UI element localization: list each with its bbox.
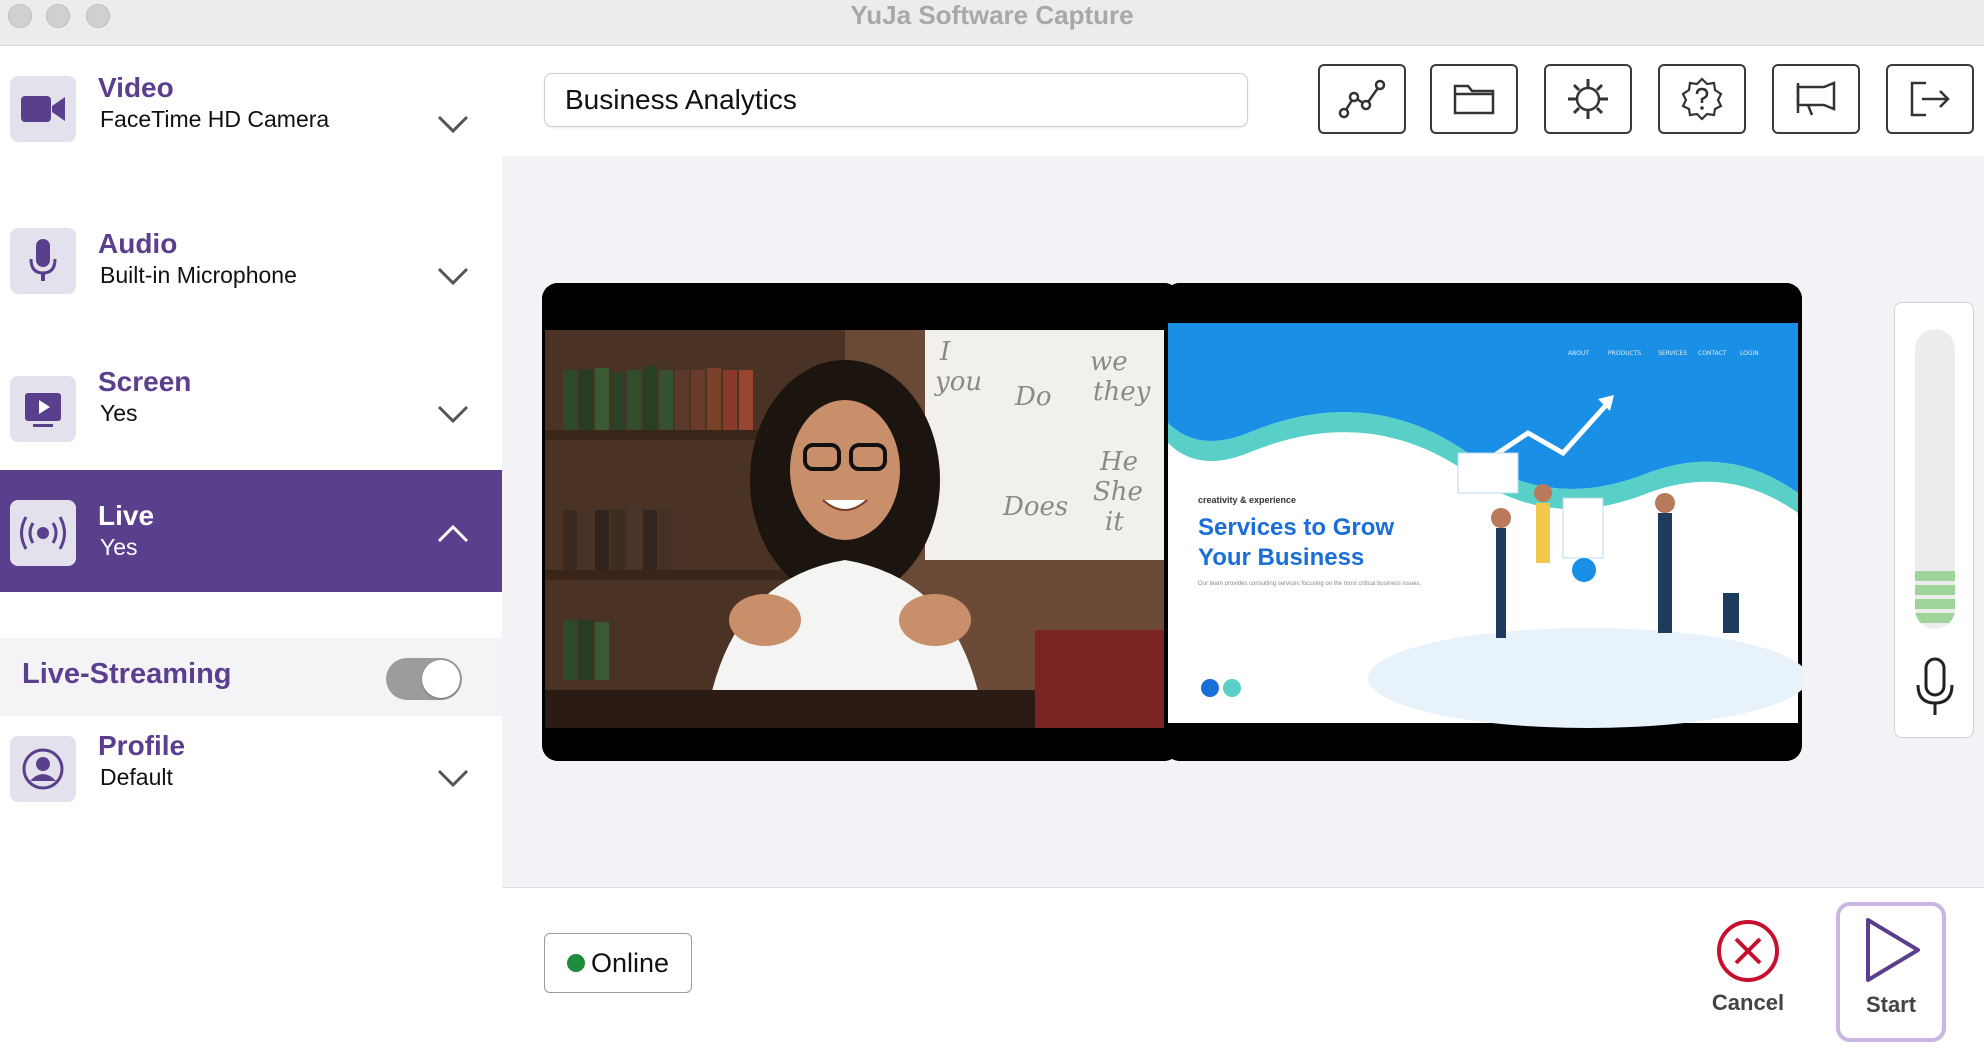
microphone-icon <box>10 228 76 294</box>
svg-text:Does: Does <box>1002 492 1068 522</box>
online-indicator-icon <box>566 954 585 972</box>
svg-text:CONTACT: CONTACT <box>1698 350 1727 357</box>
svg-text:creativity & experience: creativity & experience <box>1198 495 1296 505</box>
chevron-up-icon[interactable] <box>436 524 470 544</box>
sidebar-item-subtitle: FaceTime HD Camera <box>100 106 330 132</box>
settings-button[interactable] <box>1544 64 1632 134</box>
svg-text:She: She <box>1093 477 1143 507</box>
sidebar-item-video[interactable]: Video FaceTime HD Camera <box>0 46 502 166</box>
line-graph-icon <box>1338 79 1386 119</box>
start-button-content[interactable]: Start <box>1842 914 1940 1018</box>
chevron-down-icon[interactable] <box>436 266 470 286</box>
announcement-button[interactable] <box>1772 64 1860 134</box>
sidebar-item-subtitle: Yes <box>100 400 138 426</box>
camera-feed-image: I you we they Do Does He She it <box>542 283 1180 761</box>
sign-out-button[interactable] <box>1886 64 1974 134</box>
sidebar: Video FaceTime HD Camera Audio Built-in … <box>0 46 502 1048</box>
sign-out-icon <box>1910 81 1950 117</box>
connection-status-text: Online <box>590 947 670 978</box>
cancel-button[interactable]: Cancel <box>1698 918 1798 1016</box>
start-label: Start <box>1865 992 1917 1017</box>
window-title-bar: YuJa Software Capture <box>0 0 1984 46</box>
user-circle-icon <box>10 736 76 802</box>
folder-icon <box>1453 84 1495 115</box>
bottom-bar: Online Cancel Start <box>502 888 1984 1048</box>
svg-text:ABOUT: ABOUT <box>1568 350 1589 357</box>
live-streaming-toggle[interactable] <box>386 658 462 700</box>
sidebar-item-title: Live <box>98 500 155 531</box>
sidebar-item-audio[interactable]: Audio Built-in Microphone <box>0 196 502 316</box>
cancel-x-icon <box>1717 920 1779 982</box>
screen-play-icon <box>10 376 76 442</box>
camera-preview[interactable]: I you we they Do Does He She it <box>542 283 1180 761</box>
audio-level-bar <box>1915 571 1955 581</box>
svg-text:they: they <box>1093 377 1151 407</box>
screen-share-image: ABOUT PRODUCTS SERVICES CONTACT LOGIN cr… <box>1164 283 1802 761</box>
audio-level-bar <box>1915 599 1955 609</box>
chevron-down-icon[interactable] <box>436 404 470 424</box>
svg-text:Our team provides consulting s: Our team provides consulting services fo… <box>1198 581 1421 587</box>
svg-text:I: I <box>939 337 951 367</box>
audio-level-bar <box>1915 585 1955 595</box>
toggle-knob <box>422 660 460 698</box>
live-streaming-row: Live-Streaming <box>0 638 502 716</box>
video-camera-icon <box>10 76 76 142</box>
chevron-down-icon[interactable] <box>436 114 470 134</box>
connection-status-badge: Online <box>544 933 692 993</box>
sidebar-item-subtitle: Built-in Microphone <box>100 262 297 288</box>
folder-button[interactable] <box>1430 64 1518 134</box>
svg-text:PRODUCTS: PRODUCTS <box>1608 350 1641 357</box>
broadcast-icon <box>10 500 76 566</box>
svg-text:LOGIN: LOGIN <box>1740 350 1759 357</box>
sidebar-item-live[interactable]: Live Yes <box>0 470 502 592</box>
preview-area: I you we they Do Does He She it ABOUT PR… <box>502 156 1984 888</box>
top-toolbar <box>502 46 1984 156</box>
svg-text:we: we <box>1090 347 1128 377</box>
screen-preview[interactable]: ABOUT PRODUCTS SERVICES CONTACT LOGIN cr… <box>1164 283 1802 761</box>
sidebar-item-title: Video <box>98 72 174 103</box>
svg-text:SERVICES: SERVICES <box>1658 350 1687 357</box>
sidebar-item-screen[interactable]: Screen Yes <box>0 346 502 466</box>
svg-text:it: it <box>1105 507 1124 537</box>
cancel-label: Cancel <box>1711 990 1785 1015</box>
audio-level-meter <box>1894 302 1974 738</box>
svg-text:Your Business: Your Business <box>1198 544 1364 571</box>
play-icon <box>1866 918 1920 982</box>
sidebar-item-title: Audio <box>98 228 178 259</box>
megaphone-icon <box>1796 81 1836 116</box>
sidebar-item-title: Profile <box>98 730 186 761</box>
recording-title-input[interactable] <box>544 73 1248 127</box>
microphone-icon <box>1916 657 1954 715</box>
help-button[interactable] <box>1658 64 1746 134</box>
svg-text:Do: Do <box>1014 382 1052 412</box>
audio-level-track <box>1915 329 1955 629</box>
sidebar-item-profile[interactable]: Profile Default <box>0 706 502 826</box>
sidebar-item-subtitle: Default <box>100 764 173 790</box>
help-badge-icon <box>1681 77 1723 121</box>
gear-icon <box>1568 79 1608 119</box>
audio-level-bar <box>1915 613 1955 623</box>
svg-text:Services to Grow: Services to Grow <box>1198 514 1394 541</box>
sidebar-item-subtitle: Yes <box>100 534 138 560</box>
svg-text:you: you <box>934 367 982 397</box>
svg-text:He: He <box>1099 447 1138 477</box>
live-streaming-label: Live-Streaming <box>22 658 232 690</box>
window-title: YuJa Software Capture <box>850 0 1134 30</box>
sidebar-item-title: Screen <box>98 366 192 397</box>
chevron-down-icon[interactable] <box>436 768 470 788</box>
analytics-button[interactable] <box>1318 64 1406 134</box>
